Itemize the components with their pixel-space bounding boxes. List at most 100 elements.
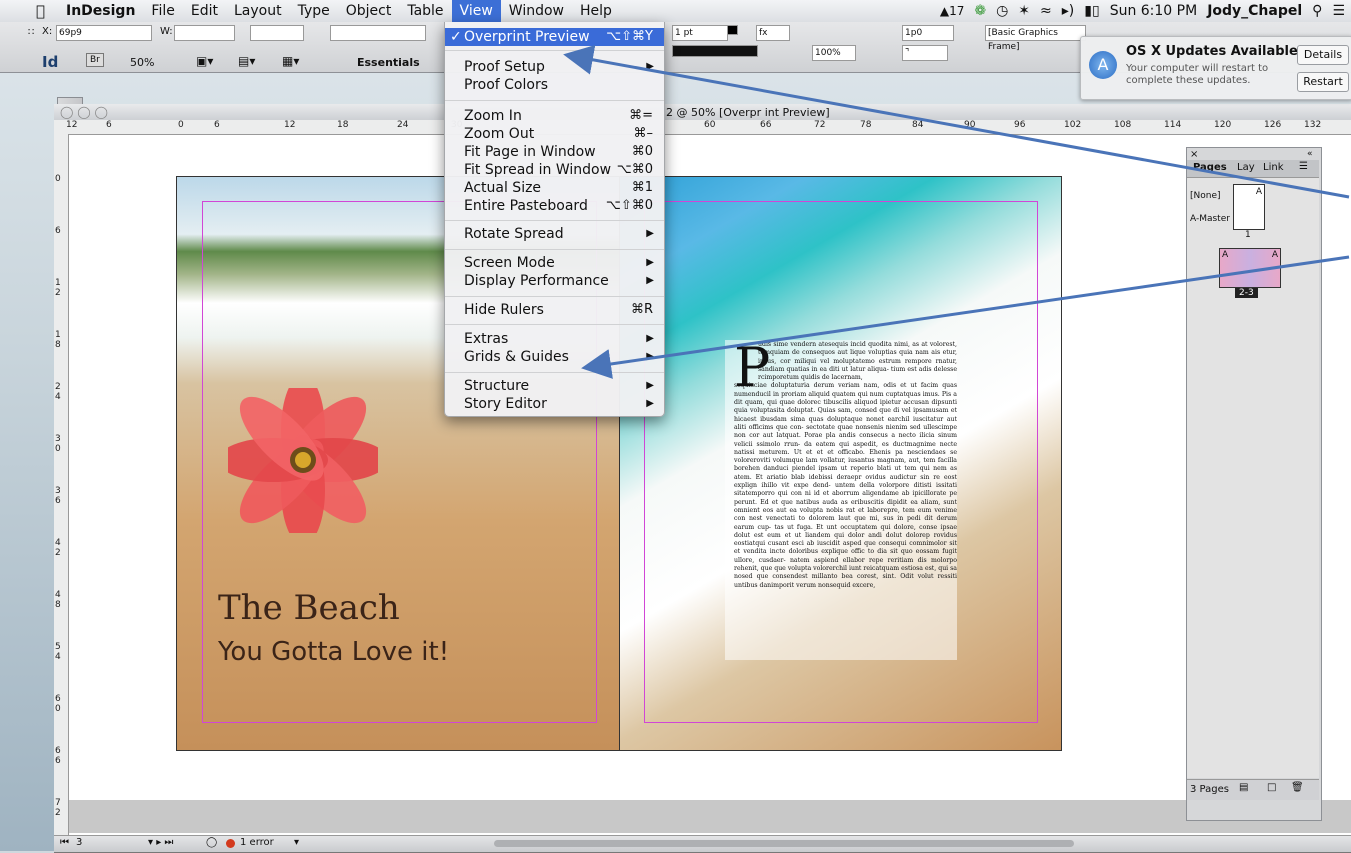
- delete-page-icon[interactable]: 🗑: [1291, 782, 1304, 793]
- body-text[interactable]: udis sime vendern atesequis incid quodit…: [734, 341, 957, 590]
- horizontal-ruler[interactable]: 1260612182430606672788490961021081141201…: [54, 120, 1351, 135]
- menu-window[interactable]: Window: [501, 0, 572, 22]
- apple-icon[interactable]: : [36, 2, 52, 20]
- menu-item-zoom-in[interactable]: Zoom In ⌘=: [445, 107, 664, 125]
- menu-item-proof-setup[interactable]: Proof Setup ▶: [445, 58, 664, 76]
- menu-separator: [445, 249, 664, 250]
- battery-icon[interactable]: ▮▯: [1084, 3, 1099, 19]
- menu-layout[interactable]: Layout: [226, 0, 290, 22]
- fx-button[interactable]: fx: [756, 25, 790, 41]
- align-dropdown[interactable]: ⌝: [902, 45, 948, 61]
- tab-layers[interactable]: Lay: [1237, 162, 1255, 173]
- spread-2-3-thumbnail[interactable]: A A: [1219, 248, 1281, 288]
- page-number-field[interactable]: 3: [76, 837, 82, 848]
- menu-app-indesign[interactable]: InDesign: [58, 0, 143, 22]
- headline[interactable]: The Beach: [218, 588, 400, 628]
- stroke-type-dropdown[interactable]: [672, 45, 758, 57]
- bluetooth-icon[interactable]: ✶: [1018, 3, 1030, 19]
- screen-mode-icon[interactable]: ▤▾: [238, 54, 255, 68]
- page-navigator-next-icon[interactable]: ▾ ▸ ⏭: [148, 837, 173, 848]
- menu-separator: [445, 372, 664, 373]
- stroke-weight-field[interactable]: 1 pt: [672, 25, 728, 41]
- menu-item-rotate-spread[interactable]: Rotate Spread ▶: [445, 225, 664, 243]
- reference-point-icon[interactable]: ∷: [28, 27, 34, 38]
- page-navigator-first-icon[interactable]: ⏮: [60, 837, 69, 848]
- menu-type[interactable]: Type: [290, 0, 338, 22]
- new-page-icon[interactable]: □: [1267, 782, 1276, 793]
- menu-item-actual-size[interactable]: Actual Size ⌘1: [445, 179, 664, 197]
- ruler-tick-label: 24: [397, 120, 409, 130]
- w-label: W:: [160, 26, 173, 37]
- ruler-tick-label: 66: [760, 120, 772, 130]
- rotate-field[interactable]: [330, 25, 426, 41]
- zoom-dropdown[interactable]: 50%: [130, 56, 154, 69]
- adobe-updater-icon[interactable]: ▲17: [940, 4, 965, 18]
- menu-item-extras[interactable]: Extras ▶: [445, 330, 664, 348]
- ruler-tick-label: 96: [1014, 120, 1026, 130]
- subhead[interactable]: You Gotta Love it!: [218, 637, 449, 667]
- panel-menu-icon[interactable]: ☰: [1299, 161, 1308, 172]
- bridge-button[interactable]: Br: [86, 53, 104, 67]
- adobe-count: 17: [949, 4, 965, 18]
- a-master[interactable]: A-Master: [1190, 214, 1230, 224]
- time-machine-icon[interactable]: ◷: [996, 3, 1008, 19]
- tab-links[interactable]: Link: [1263, 162, 1283, 173]
- details-button[interactable]: Details: [1297, 45, 1349, 65]
- restart-button[interactable]: Restart: [1297, 72, 1349, 92]
- body-text-lead: udis sime vendern atesequis incid quodit…: [758, 341, 957, 382]
- menu-item-hide-rulers[interactable]: Hide Rulers ⌘R: [445, 301, 664, 319]
- spacing-field[interactable]: 1p0: [902, 25, 954, 41]
- menu-item-display-performance[interactable]: Display Performance ▶: [445, 272, 664, 290]
- vertical-ruler[interactable]: 0 6 1 2 1 8 2 4 3 0 3 6 4 2 4 8 5 4 6 0 6 6 7 2: [54, 134, 69, 839]
- spotlight-icon[interactable]: ⚲: [1312, 3, 1322, 19]
- scale-x-field[interactable]: [250, 25, 304, 41]
- menu-item-grids-guides[interactable]: Grids & Guides ▶: [445, 348, 664, 366]
- panel-collapse-icon[interactable]: «: [1307, 149, 1313, 159]
- submenu-arrow-icon: ▶: [646, 257, 654, 268]
- user-name[interactable]: Jody_Chapel: [1207, 3, 1302, 19]
- status-menus: ▲17 ❁ ◷ ✶ ≈ ▸) ▮▯ Sun 6:10 PM Jody_Chape…: [940, 0, 1345, 22]
- menu-help[interactable]: Help: [572, 0, 620, 22]
- ruler-tick-label: 4 8: [55, 590, 61, 610]
- preflight-icon[interactable]: ◯: [206, 837, 217, 848]
- creative-cloud-icon[interactable]: ❁: [974, 3, 986, 19]
- panel-close-icon[interactable]: ×: [1190, 149, 1198, 160]
- menu-item-zoom-out[interactable]: Zoom Out ⌘–: [445, 125, 664, 143]
- menu-file[interactable]: File: [143, 0, 182, 22]
- page-1-number: 1: [1245, 230, 1251, 240]
- menu-item-overprint-preview[interactable]: ✓ Overprint Preview ⌥⇧⌘Y: [445, 28, 664, 46]
- menu-view[interactable]: View: [451, 0, 501, 22]
- menu-edit[interactable]: Edit: [183, 0, 226, 22]
- menu-item-fit-page[interactable]: Fit Page in Window ⌘0: [445, 143, 664, 161]
- ruler-tick-label: 5 4: [55, 642, 61, 662]
- tab-pages[interactable]: Pages: [1193, 162, 1227, 173]
- arrange-documents-icon[interactable]: ▦▾: [282, 54, 299, 68]
- menu-item-fit-spread[interactable]: Fit Spread in Window ⌥⌘0: [445, 161, 664, 179]
- menu-item-structure[interactable]: Structure ▶: [445, 377, 664, 395]
- edit-page-size-icon[interactable]: ▤: [1239, 782, 1248, 793]
- horizontal-scrollbar[interactable]: [494, 840, 1074, 847]
- none-master[interactable]: [None]: [1190, 191, 1221, 201]
- workspace-switcher[interactable]: Essentials: [357, 56, 420, 69]
- scale-field[interactable]: 100%: [812, 45, 856, 61]
- clock[interactable]: Sun 6:10 PM: [1110, 3, 1198, 19]
- menu-item-proof-colors[interactable]: Proof Colors: [445, 76, 664, 94]
- menu-table[interactable]: Table: [399, 0, 451, 22]
- menu-item-entire-pasteboard[interactable]: Entire Pasteboard ⌥⇧⌘0: [445, 197, 664, 215]
- ruler-tick-label: 60: [704, 120, 716, 130]
- error-count[interactable]: 1 error: [240, 837, 274, 848]
- menu-item-story-editor[interactable]: Story Editor ▶: [445, 395, 664, 413]
- view-options-icon[interactable]: ▣▾: [196, 54, 213, 68]
- w-field[interactable]: [174, 25, 235, 41]
- notification-center-icon[interactable]: ☰: [1332, 3, 1345, 19]
- x-field[interactable]: 69p9: [56, 25, 152, 41]
- wifi-icon[interactable]: ≈: [1040, 3, 1052, 19]
- menu-object[interactable]: Object: [338, 0, 400, 22]
- menu-item-screen-mode[interactable]: Screen Mode ▶: [445, 254, 664, 272]
- object-style-dropdown[interactable]: [Basic Graphics Frame]: [985, 25, 1086, 52]
- window-controls-icon[interactable]: ◯ ◯ ◯: [60, 105, 108, 119]
- flower-image[interactable]: [228, 388, 378, 533]
- preflight-menu-icon[interactable]: ▾: [294, 837, 299, 848]
- page-1-thumbnail[interactable]: A: [1233, 184, 1265, 230]
- volume-icon[interactable]: ▸): [1062, 3, 1075, 19]
